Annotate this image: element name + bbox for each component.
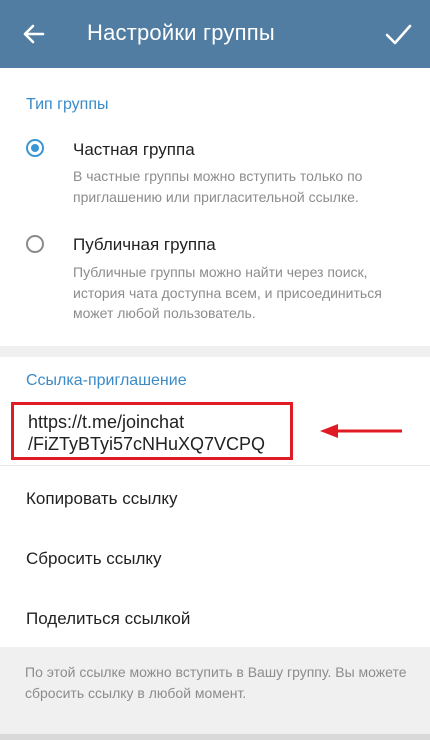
confirm-button[interactable] [378, 14, 418, 54]
public-group-radio[interactable] [26, 235, 44, 253]
private-group-label[interactable]: Частная группа [73, 140, 195, 160]
private-group-description: В частные группы можно вступить только п… [73, 168, 363, 205]
footer-note: По этой ссылке можно вступить в Вашу гру… [25, 664, 407, 701]
invite-section-title: Ссылка-приглашение [26, 372, 187, 389]
app-bar: Настройки группы [0, 0, 430, 68]
group-type-section-title: Тип группы [26, 96, 109, 113]
public-group-label[interactable]: Публичная группа [73, 235, 216, 255]
arrow-left-annotation-icon [320, 424, 402, 438]
back-button[interactable] [14, 14, 54, 54]
share-link-button[interactable]: Поделиться ссылкой [26, 609, 190, 629]
reset-link-button[interactable]: Сбросить ссылку [26, 549, 162, 569]
highlight-box [11, 402, 293, 460]
checkmark-icon [385, 24, 412, 45]
bottom-bar [0, 734, 430, 740]
arrow-left-icon [23, 24, 45, 44]
divider [0, 465, 430, 466]
copy-link-button[interactable]: Копировать ссылку [26, 489, 178, 509]
private-group-radio[interactable] [26, 139, 44, 157]
page-title: Настройки группы [87, 20, 275, 45]
public-group-description: Публичные группы можно найти через поиск… [73, 264, 382, 321]
